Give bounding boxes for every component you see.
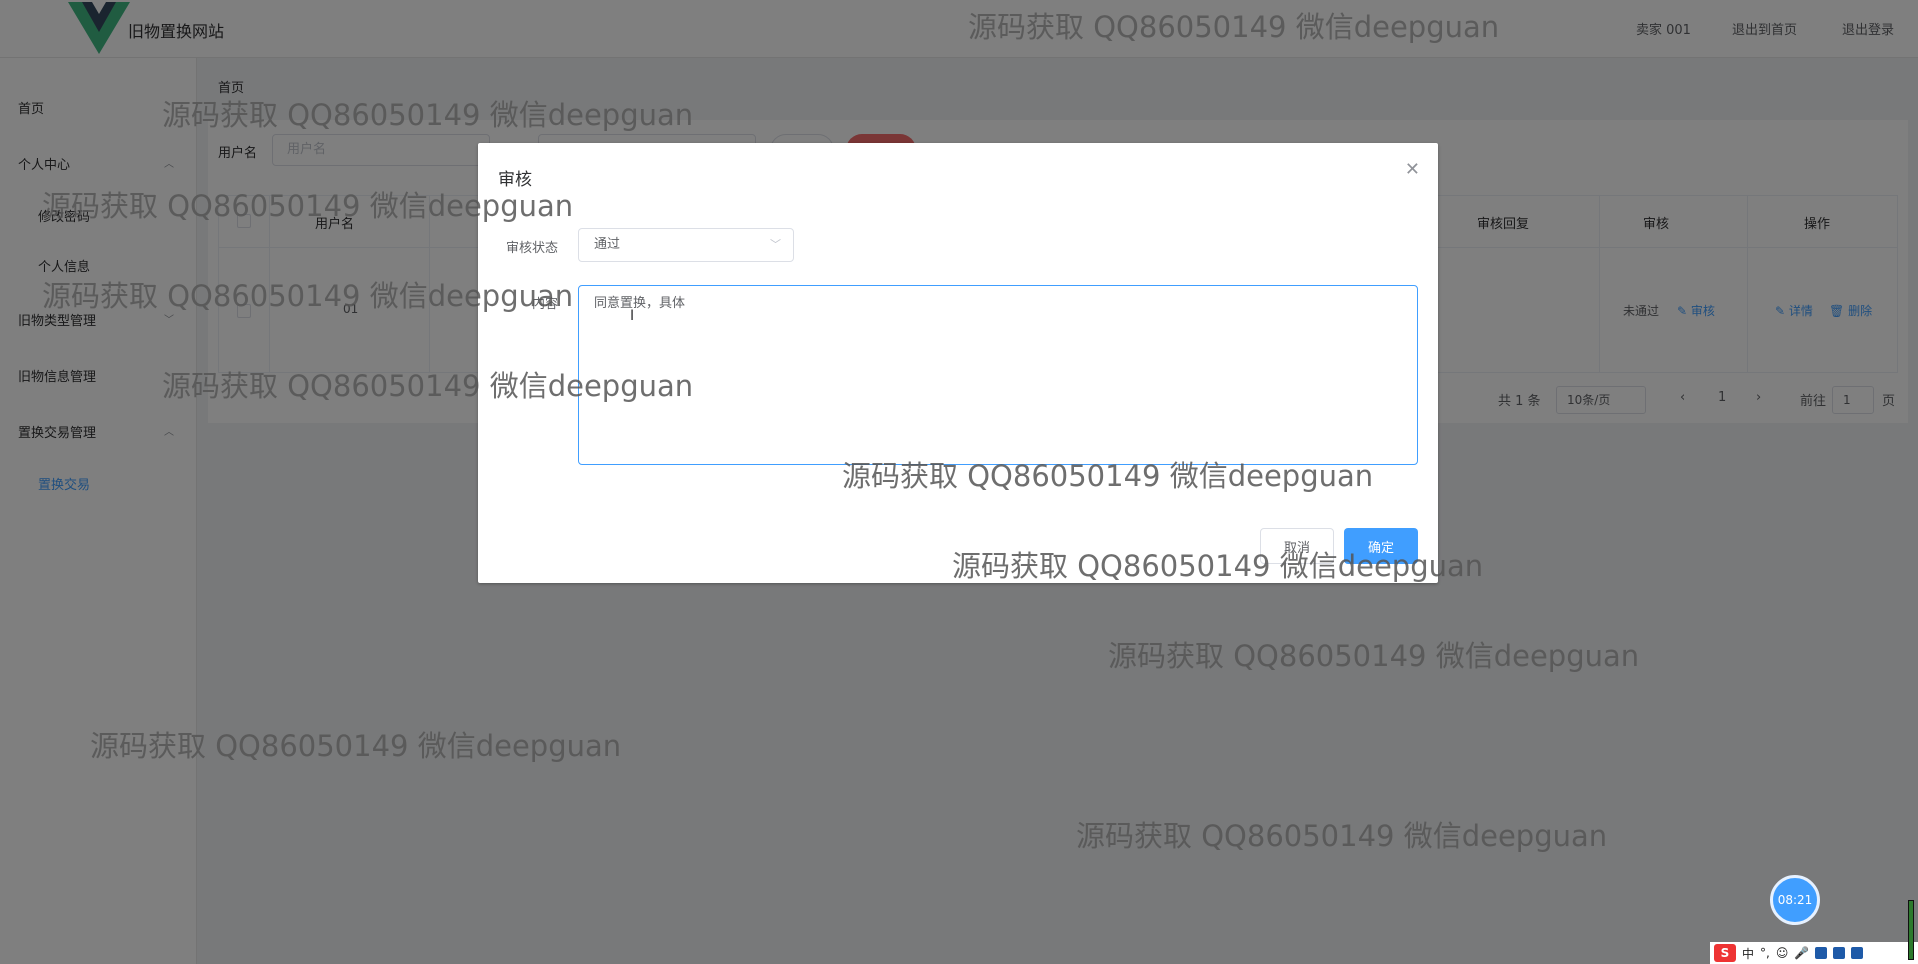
floating-clock[interactable]: 08:21 xyxy=(1770,875,1820,925)
punctuation-icon[interactable]: °, xyxy=(1760,946,1770,960)
content-textarea[interactable]: 同意置换，具体 xyxy=(578,285,1418,465)
status-select-value: 通过 xyxy=(594,237,621,252)
watermark: 源码获取 QQ86050149 微信deepguan xyxy=(842,459,1374,493)
ime-toolbar: S 中 °, ☺ 🎤 xyxy=(1710,942,1918,964)
watermark: 源码获取 QQ86050149 微信deepguan xyxy=(162,369,694,403)
text-cursor-icon: I xyxy=(630,308,635,324)
watermark: 源码获取 QQ86050149 微信deepguan xyxy=(1076,819,1608,853)
watermark: 源码获取 QQ86050149 微信deepguan xyxy=(952,549,1484,583)
status-label: 审核状态 xyxy=(505,241,558,256)
keyboard-icon[interactable] xyxy=(1815,947,1828,959)
chevron-down-icon: ﹀ xyxy=(770,238,781,251)
ime-lang-toggle[interactable]: 中 xyxy=(1742,945,1754,962)
watermark: 源码获取 QQ86050149 微信deepguan xyxy=(162,98,694,132)
level-indicator xyxy=(1908,900,1914,960)
toolbox-icon[interactable] xyxy=(1851,947,1864,959)
sogou-logo-icon[interactable]: S xyxy=(1714,944,1736,962)
microphone-icon[interactable]: 🎤 xyxy=(1794,946,1809,960)
watermark: 源码获取 QQ86050149 微信deepguan xyxy=(1108,639,1640,673)
watermark: 源码获取 QQ86050149 微信deepguan xyxy=(968,10,1500,44)
watermark: 源码获取 QQ86050149 微信deepguan xyxy=(42,279,574,313)
status-select[interactable]: 通过 ﹀ xyxy=(578,228,794,262)
skin-icon[interactable] xyxy=(1833,947,1846,959)
watermark: 源码获取 QQ86050149 微信deepguan xyxy=(42,189,574,223)
close-icon[interactable]: ✕ xyxy=(1405,159,1420,180)
emoji-icon[interactable]: ☺ xyxy=(1776,946,1789,960)
watermark: 源码获取 QQ86050149 微信deepguan xyxy=(90,729,622,763)
